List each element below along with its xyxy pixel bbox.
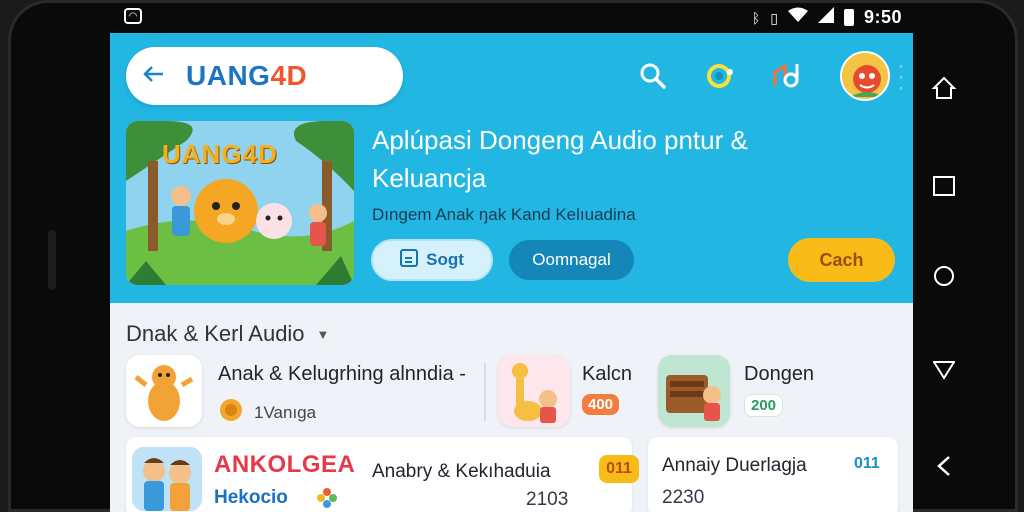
- flower-icon: [316, 487, 338, 512]
- status-bar: ◠ ᛒ ▯ 9:50: [110, 4, 910, 30]
- section-title: Dnak & Kerl Audio: [126, 321, 305, 346]
- card-badge: 011: [599, 455, 639, 483]
- clock: 9:50: [863, 7, 902, 27]
- item-title: Anak & Kelugrhing alnndia -: [218, 363, 466, 385]
- oomnagal-button-label: Oomnagal: [532, 250, 611, 269]
- oomnagal-button[interactable]: Oomnagal: [509, 240, 634, 280]
- home-outline-icon[interactable]: [924, 68, 964, 108]
- card-count: 2230: [662, 487, 705, 508]
- nav-triangle-icon[interactable]: [924, 350, 964, 390]
- card-title: Anabry & Kekıhaduia: [372, 461, 551, 482]
- cach-button-label: Cach: [819, 249, 864, 270]
- recents-icon[interactable]: [924, 166, 964, 206]
- sogt-button[interactable]: Sogt: [371, 239, 493, 281]
- battery-icon: [843, 9, 854, 26]
- brand-logo: UANG4D: [186, 60, 307, 92]
- back-icon[interactable]: [924, 446, 964, 486]
- music-icon[interactable]: [770, 59, 804, 93]
- signal-icon: [817, 7, 834, 28]
- card-thumbnail: [132, 447, 202, 511]
- app-bar-search[interactable]: UANG4D: [126, 47, 403, 105]
- app-card[interactable]: Annaiy Duerlagja 011 2230: [648, 437, 898, 512]
- item-title: Dongen: [744, 363, 815, 385]
- count-badge: 400: [582, 394, 620, 415]
- feature-illustration: UANG4D: [126, 121, 354, 285]
- back-arrow-icon[interactable]: [142, 62, 168, 90]
- app-card[interactable]: ANKOLGEA Hekocio Anabry & Kekıhaduia 011…: [126, 437, 639, 512]
- coin-icon: [218, 398, 244, 427]
- brand-text-part2: 4D: [270, 60, 308, 91]
- list-item[interactable]: Kalcn 400: [498, 355, 632, 427]
- home-circle-icon[interactable]: [924, 256, 964, 296]
- item-thumbnail: [126, 355, 202, 427]
- brand-text-part1: UANG: [186, 60, 271, 91]
- card-title: Annaiy Duerlagja: [662, 455, 807, 476]
- bluetooth-icon: ᛒ: [751, 9, 761, 26]
- card-badge: 011: [854, 455, 880, 472]
- hero-banner: UANG4D ◦ ◦ ◦ UANG4D Aplúpasi Dongeng Aud…: [110, 33, 913, 303]
- feature-image-title: UANG4D: [162, 139, 278, 169]
- card-logo-title: ANKOLGEA: [214, 451, 356, 478]
- feature-title: Aplúpasi Dongeng Audio pntur & Keluancja: [372, 125, 748, 193]
- card-count: 2103: [526, 489, 569, 510]
- more-options-icon[interactable]: ◦ ◦ ◦: [894, 61, 908, 94]
- card-logo-subtitle: Hekocio: [214, 487, 288, 508]
- theme-icon[interactable]: [702, 59, 736, 93]
- app-screen: UANG4D ◦ ◦ ◦ UANG4D Aplúpasi Dongeng Aud…: [110, 33, 913, 512]
- cach-button[interactable]: Cach: [788, 238, 895, 282]
- sogt-button-label: Sogt: [426, 250, 464, 269]
- wifi-icon: [787, 7, 808, 28]
- chevron-down-icon: ▼: [316, 326, 330, 342]
- list-item[interactable]: Dongen 200: [658, 355, 814, 427]
- feature-subtitle: Dıngem Anak ŋak Kand Kelıuadina: [372, 205, 636, 224]
- item-thumbnail: [498, 355, 570, 427]
- vibrate-icon: ▯: [770, 9, 778, 26]
- profile-avatar[interactable]: [840, 51, 890, 101]
- system-nav-bar: [918, 60, 978, 500]
- item-thumbnail: [658, 355, 730, 427]
- app-notification-icon: ◠: [124, 8, 142, 24]
- item-title: Kalcn: [582, 363, 633, 385]
- count-badge: 200: [744, 394, 784, 417]
- list-item[interactable]: Anak & Kelugrhing alnndia - 1Vanıga: [126, 355, 466, 427]
- edit-icon: [400, 248, 419, 272]
- divider: [484, 363, 486, 421]
- item-meta: 1Vanıga: [254, 402, 317, 422]
- search-icon[interactable]: [636, 59, 670, 93]
- section-header[interactable]: Dnak & Kerl Audio ▼: [126, 321, 329, 347]
